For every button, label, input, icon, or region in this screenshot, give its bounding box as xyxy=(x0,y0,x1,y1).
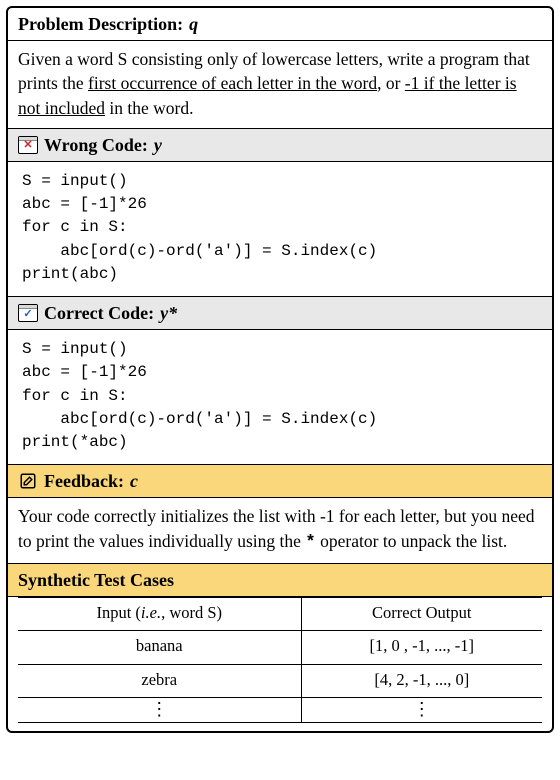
wrong-code-header: ✕ Wrong Code: y xyxy=(8,128,552,162)
correct-code-label: Correct Code: xyxy=(44,301,154,325)
table-row: banana [1, 0 , -1, ..., -1] xyxy=(18,631,542,664)
correct-code-block: S = input() abc = [-1]*26 for c in S: ab… xyxy=(8,330,552,464)
cell-output: [1, 0 , -1, ..., -1] xyxy=(301,631,542,664)
wrong-code-label: Wrong Code: xyxy=(44,133,148,157)
wrong-code-block: S = input() abc = [-1]*26 for c in S: ab… xyxy=(8,162,552,296)
vdots-right: ⋮ xyxy=(301,697,542,722)
tests-header-label: Synthetic Test Cases xyxy=(18,568,174,592)
table-row-vdots: ⋮ ⋮ xyxy=(18,697,542,722)
feedback-operator: * xyxy=(305,533,316,553)
correct-code-header: ✓ Correct Code: y* xyxy=(8,296,552,330)
problem-header: Problem Description: q xyxy=(8,8,552,41)
feedback-post: operator to unpack the list. xyxy=(316,531,507,551)
correct-code-var: y* xyxy=(160,301,177,325)
col-input-header: Input (i.e., word S) xyxy=(18,598,301,631)
problem-header-var: q xyxy=(189,12,198,36)
feedback-var: c xyxy=(130,469,138,493)
pencil-icon xyxy=(18,471,38,491)
problem-text-mid: , or xyxy=(377,73,405,93)
col-output-header: Correct Output xyxy=(301,598,542,631)
cell-input: zebra xyxy=(18,664,301,697)
check-mark-icon: ✓ xyxy=(23,309,32,320)
col-input-pre: Input ( xyxy=(96,603,140,622)
problem-text: Given a word S consisting only of lowerc… xyxy=(8,41,552,127)
vdots-left: ⋮ xyxy=(18,697,301,722)
wrong-code-var: y xyxy=(154,133,162,157)
table-row: zebra [4, 2, -1, ..., 0] xyxy=(18,664,542,697)
tests-table: Input (i.e., word S) Correct Output bana… xyxy=(18,597,542,723)
x-mark-icon: ✕ xyxy=(23,140,32,151)
problem-header-label: Problem Description: xyxy=(18,12,183,36)
cell-output: [4, 2, -1, ..., 0] xyxy=(301,664,542,697)
correct-icon: ✓ xyxy=(18,304,38,322)
wrong-icon: ✕ xyxy=(18,136,38,154)
col-input-ie: i.e. xyxy=(141,603,161,622)
tests-header: Synthetic Test Cases xyxy=(8,563,552,597)
tests-table-wrap: Input (i.e., word S) Correct Output bana… xyxy=(8,597,552,731)
cell-input: banana xyxy=(18,631,301,664)
col-input-post: , word S) xyxy=(161,603,222,622)
problem-text-post: in the word. xyxy=(105,98,193,118)
feedback-label: Feedback: xyxy=(44,469,124,493)
table-header-row: Input (i.e., word S) Correct Output xyxy=(18,598,542,631)
problem-text-u1: first occurrence of each letter in the w… xyxy=(88,73,377,93)
figure-container: Problem Description: q Given a word S co… xyxy=(6,6,554,733)
feedback-header: Feedback: c xyxy=(8,464,552,498)
feedback-text: Your code correctly initializes the list… xyxy=(8,498,552,562)
